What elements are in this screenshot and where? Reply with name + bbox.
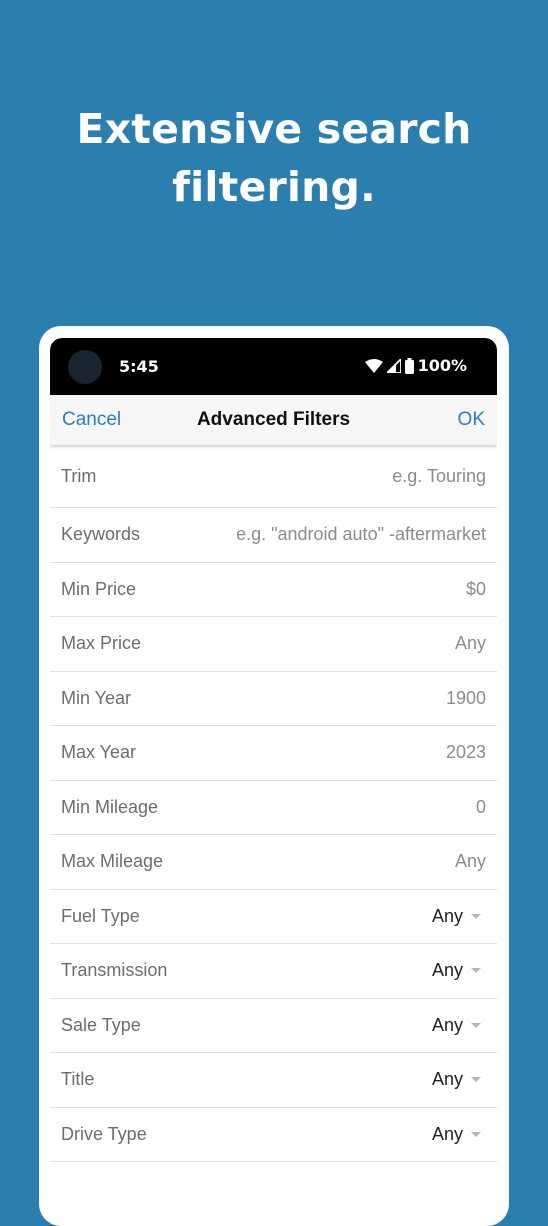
select-label: Drive Type bbox=[61, 1123, 147, 1144]
nav-bar: Cancel Advanced Filters OK bbox=[50, 395, 497, 445]
front-camera-icon bbox=[68, 350, 102, 384]
drive-type-dropdown[interactable]: Any bbox=[432, 1124, 486, 1145]
max-year-input[interactable]: 2023 bbox=[446, 742, 486, 763]
transmission-dropdown[interactable]: Any bbox=[432, 960, 486, 981]
min-year-field[interactable]: Min Year 1900 bbox=[50, 672, 497, 726]
field-label: Keywords bbox=[61, 524, 141, 545]
select-value: Any bbox=[431, 1069, 463, 1090]
filter-list: Trim e.g. Touring Keywords e.g. "android… bbox=[50, 445, 497, 1162]
wifi-icon bbox=[364, 358, 383, 373]
caret-down-icon bbox=[471, 1022, 481, 1028]
status-icons: 100% bbox=[364, 356, 467, 375]
field-label: Trim bbox=[61, 465, 97, 486]
title-dropdown[interactable]: Any bbox=[432, 1069, 486, 1090]
field-label: Min Year bbox=[61, 687, 132, 708]
drive-type-select[interactable]: Drive Type Any bbox=[50, 1108, 497, 1162]
max-price-field[interactable]: Max Price Any bbox=[50, 617, 497, 672]
min-mileage-field[interactable]: Min Mileage 0 bbox=[50, 781, 497, 835]
select-label: Transmission bbox=[61, 960, 168, 981]
field-label: Max Year bbox=[61, 742, 137, 763]
field-label: Min Mileage bbox=[61, 796, 159, 817]
ok-button[interactable]: OK bbox=[458, 409, 485, 431]
status-time: 5:45 bbox=[119, 357, 159, 376]
max-mileage-field[interactable]: Max Mileage Any bbox=[50, 835, 497, 890]
field-label: Min Price bbox=[61, 578, 137, 599]
trim-input[interactable]: e.g. Touring bbox=[392, 466, 486, 487]
caret-down-icon bbox=[471, 1077, 481, 1083]
sale-type-select[interactable]: Sale Type Any bbox=[50, 999, 497, 1053]
select-value: Any bbox=[431, 905, 463, 926]
page-title: Advanced Filters bbox=[196, 409, 351, 430]
status-bar: 5:45 100% bbox=[50, 338, 497, 395]
select-label: Sale Type bbox=[61, 1014, 141, 1035]
max-year-field[interactable]: Max Year 2023 bbox=[50, 726, 497, 781]
headline: Extensive search filtering. bbox=[0, 100, 548, 216]
select-label: Fuel Type bbox=[61, 905, 140, 926]
select-value: Any bbox=[431, 1123, 463, 1144]
title-select[interactable]: Title Any bbox=[50, 1053, 497, 1108]
select-value: Any bbox=[431, 960, 463, 981]
sale-type-dropdown[interactable]: Any bbox=[432, 1015, 486, 1036]
keywords-input[interactable]: e.g. "android auto" -aftermarket bbox=[236, 524, 486, 545]
field-label: Max Mileage bbox=[61, 851, 164, 872]
min-mileage-input[interactable]: 0 bbox=[476, 797, 486, 818]
select-label: Title bbox=[61, 1069, 95, 1090]
min-year-input[interactable]: 1900 bbox=[446, 688, 486, 709]
headline-line-1: Extensive search bbox=[76, 105, 472, 153]
min-price-field[interactable]: Min Price $0 bbox=[50, 563, 497, 617]
cellular-signal-icon bbox=[386, 358, 401, 373]
trim-field[interactable]: Trim e.g. Touring bbox=[50, 445, 497, 508]
max-price-input[interactable]: Any bbox=[455, 633, 486, 654]
select-value: Any bbox=[431, 1014, 463, 1035]
max-mileage-input[interactable]: Any bbox=[455, 851, 486, 872]
fuel-type-dropdown[interactable]: Any bbox=[432, 906, 486, 927]
battery-percent: 100% bbox=[417, 356, 467, 375]
min-price-input[interactable]: $0 bbox=[466, 579, 486, 600]
device-screen: 5:45 100% Cancel Advanced Filters OK Tri… bbox=[50, 338, 497, 1218]
transmission-select[interactable]: Transmission Any bbox=[50, 944, 497, 999]
keywords-field[interactable]: Keywords e.g. "android auto" -aftermarke… bbox=[50, 508, 497, 563]
headline-line-2: filtering. bbox=[172, 163, 376, 211]
caret-down-icon bbox=[471, 913, 481, 919]
caret-down-icon bbox=[471, 968, 481, 974]
fuel-type-select[interactable]: Fuel Type Any bbox=[50, 890, 497, 944]
device-frame: 5:45 100% Cancel Advanced Filters OK Tri… bbox=[39, 326, 509, 1226]
battery-icon bbox=[404, 357, 414, 374]
caret-down-icon bbox=[471, 1131, 481, 1137]
field-label: Max Price bbox=[61, 633, 142, 654]
